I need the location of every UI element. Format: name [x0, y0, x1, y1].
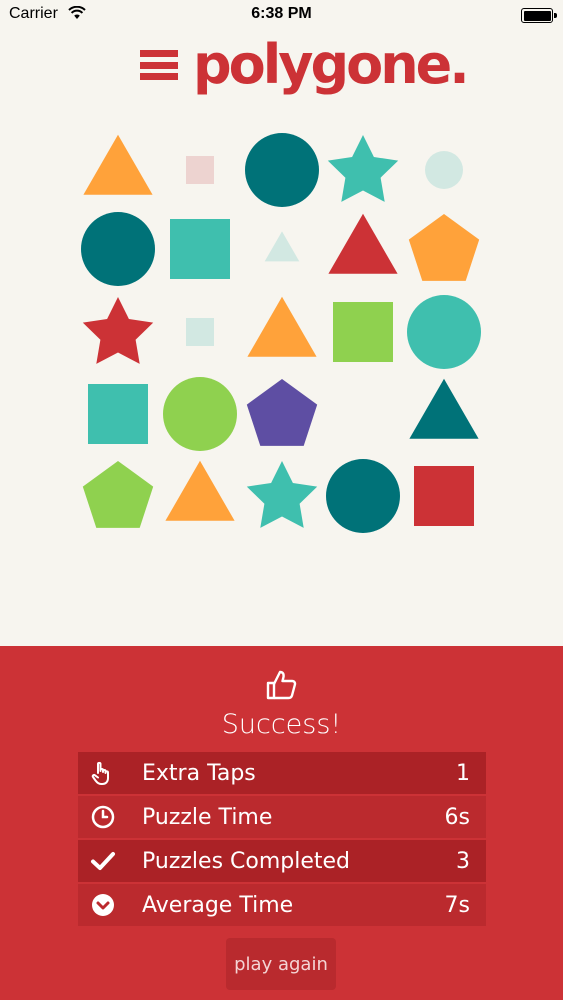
- shape-triangle[interactable]: [264, 231, 300, 262]
- shape-triangle[interactable]: [247, 296, 317, 357]
- pointing-hand-icon: [91, 761, 109, 785]
- stat-label: Puzzles Completed: [142, 849, 351, 874]
- result-title: Success!: [221, 709, 342, 740]
- stat-row-puzzle-time: Puzzle Time 6s: [78, 796, 486, 838]
- stat-label: Extra Taps: [142, 761, 256, 786]
- shape-triangle[interactable]: [83, 134, 153, 195]
- shape-square[interactable]: [88, 384, 148, 444]
- stat-label: Puzzle Time: [142, 805, 273, 830]
- shape-circle[interactable]: [425, 151, 463, 189]
- chevron-circle-icon: [92, 894, 114, 916]
- shape-triangle[interactable]: [328, 213, 398, 274]
- stat-value: 7s: [444, 893, 470, 918]
- shape-circle[interactable]: [326, 459, 400, 533]
- stats-list: Extra Taps 1 Puzzle Time 6s Puzzles Comp…: [78, 752, 486, 928]
- shape-star[interactable]: [246, 461, 318, 528]
- shape-square[interactable]: [186, 156, 214, 184]
- shape-grid: [81, 133, 481, 533]
- shape-circle[interactable]: [81, 212, 155, 286]
- shape-pentagon[interactable]: [408, 214, 480, 281]
- stat-value: 6s: [444, 805, 470, 830]
- shape-circle[interactable]: [407, 295, 481, 369]
- stat-value: 1: [456, 761, 470, 786]
- shape-circle[interactable]: [163, 377, 237, 451]
- stat-value: 3: [456, 849, 470, 874]
- stat-label: Average Time: [142, 893, 294, 918]
- shape-circle[interactable]: [245, 133, 319, 207]
- stat-row-puzzles-completed: Puzzles Completed 3: [78, 840, 486, 882]
- shape-square[interactable]: [414, 466, 474, 526]
- thumbs-up-icon: [266, 670, 297, 700]
- shape-pentagon[interactable]: [82, 461, 154, 528]
- clock-icon: [91, 805, 115, 829]
- stat-row-extra-taps: Extra Taps 1: [78, 752, 486, 794]
- result-panel: Success! Extra Taps 1 Puzzle Time 6s Puz…: [0, 646, 563, 1000]
- shape-star[interactable]: [327, 135, 399, 202]
- checkmark-icon: [91, 852, 115, 870]
- shape-triangle[interactable]: [165, 460, 235, 521]
- shape-pentagon[interactable]: [246, 379, 318, 446]
- shape-triangle[interactable]: [409, 378, 479, 439]
- play-again-button[interactable]: play again: [226, 938, 336, 990]
- shape-star[interactable]: [82, 297, 154, 364]
- shape-square[interactable]: [186, 318, 214, 346]
- stat-row-average-time: Average Time 7s: [78, 884, 486, 926]
- shape-square[interactable]: [170, 219, 230, 279]
- shape-square[interactable]: [333, 302, 393, 362]
